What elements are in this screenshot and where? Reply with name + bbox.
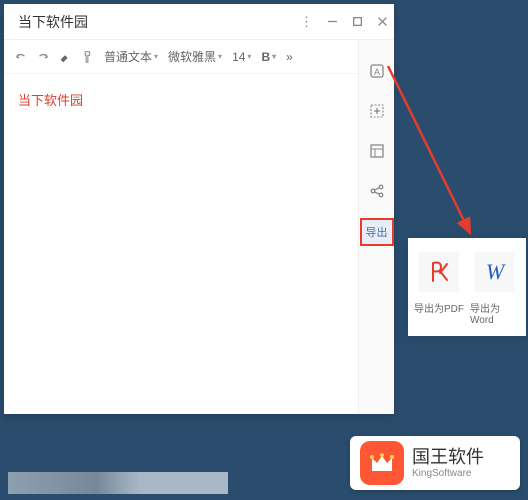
logo-text-cn: 国王软件 <box>412 447 484 468</box>
redo-button[interactable] <box>36 50 50 64</box>
export-pdf-label: 导出为PDF <box>414 300 464 315</box>
eraser-button[interactable] <box>58 50 72 64</box>
logo-text-en: KingSoftware <box>412 468 484 480</box>
window-controls: ⋮ <box>300 14 388 30</box>
text-style-select[interactable]: 普通文本▾ <box>104 48 158 65</box>
more-icon[interactable]: ⋮ <box>300 14 313 30</box>
right-sidebar: A 导出 <box>358 40 394 414</box>
app-window: 当下软件园 ⋮ 普通文本▾ 微软雅黑▾ 14▾ B▾ » <box>4 4 394 414</box>
export-panel: 导出为PDF W 导出为Word <box>408 238 526 336</box>
pdf-icon <box>419 252 459 292</box>
export-word-label: 导出为Word <box>470 300 520 326</box>
maximize-button[interactable] <box>352 16 363 27</box>
export-pdf-option[interactable]: 导出为PDF <box>414 252 464 326</box>
watermark-logo: 国王软件 KingSoftware <box>350 436 520 490</box>
undo-button[interactable] <box>14 50 28 64</box>
editor-body[interactable]: 当下软件园 <box>4 74 358 414</box>
font-size-select[interactable]: 14▾ <box>232 50 251 64</box>
word-icon: W <box>475 252 515 292</box>
content-row: 普通文本▾ 微软雅黑▾ 14▾ B▾ » 当下软件园 A 导出 <box>4 40 394 414</box>
crown-icon <box>360 441 404 485</box>
add-panel-button[interactable] <box>364 98 390 124</box>
share-button[interactable] <box>364 178 390 204</box>
annotation-arrow <box>380 58 490 248</box>
format-toolbar: 普通文本▾ 微软雅黑▾ 14▾ B▾ » <box>4 40 358 74</box>
svg-text:A: A <box>373 67 379 77</box>
text-style-panel-button[interactable]: A <box>364 58 390 84</box>
layout-panel-button[interactable] <box>364 138 390 164</box>
bottom-strip <box>8 472 228 494</box>
titlebar: 当下软件园 ⋮ <box>4 4 394 40</box>
window-title: 当下软件园 <box>18 12 88 32</box>
close-button[interactable] <box>377 16 388 27</box>
minimize-button[interactable] <box>327 16 338 27</box>
export-word-option[interactable]: W 导出为Word <box>470 252 520 326</box>
font-select[interactable]: 微软雅黑▾ <box>168 48 222 65</box>
editor-column: 普通文本▾ 微软雅黑▾ 14▾ B▾ » 当下软件园 <box>4 40 358 414</box>
toolbar-more-button[interactable]: » <box>286 50 293 64</box>
export-button[interactable]: 导出 <box>360 218 394 246</box>
editor-text: 当下软件园 <box>18 93 83 108</box>
format-painter-button[interactable] <box>80 50 94 64</box>
bold-button[interactable]: B▾ <box>261 50 276 64</box>
